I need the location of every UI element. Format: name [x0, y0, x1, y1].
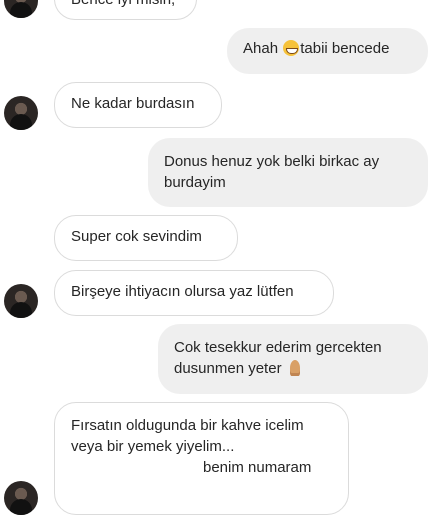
avatar[interactable]: [4, 481, 38, 515]
message-bubble-incoming[interactable]: Super cok sevindim: [54, 215, 238, 261]
message-bubble-incoming[interactable]: Ne kadar burdasın: [54, 82, 222, 128]
message-text: Cok tesekkur ederim gercekten: [174, 339, 382, 356]
message-text: Bence iyi misin,: [71, 0, 175, 8]
message-text: benim numaram: [203, 459, 312, 476]
grinning-face-icon: [283, 40, 300, 56]
message-bubble-outgoing[interactable]: Ahah tabii bencede: [227, 28, 428, 74]
message-bubble-incoming[interactable]: Bence iyi misin,: [54, 0, 197, 20]
avatar[interactable]: [4, 284, 38, 318]
message-bubble-outgoing[interactable]: Cok tesekkur ederim gercekten dusunmen y…: [158, 324, 428, 394]
message-text: dusunmen yeter: [174, 360, 282, 377]
message-text: Birşeye ihtiyacın olursa yaz lütfen: [71, 283, 294, 300]
message-text: veya bir yemek yiyelim...: [71, 438, 235, 455]
message-text: Ahah: [243, 40, 279, 57]
message-text: Ne kadar burdasın: [71, 95, 195, 112]
folded-hands-icon: [286, 360, 304, 376]
avatar[interactable]: [4, 0, 38, 18]
message-bubble-incoming[interactable]: Birşeye ihtiyacın olursa yaz lütfen: [54, 270, 334, 316]
message-text: Donus henuz yok belki birkac ay burdayim: [164, 153, 380, 191]
message-text: tabii bencede: [300, 40, 390, 57]
message-bubble-incoming[interactable]: Fırsatın oldugunda bir kahve icelim veya…: [54, 402, 349, 515]
message-text: Fırsatın oldugunda bir kahve icelim: [71, 417, 304, 434]
avatar[interactable]: [4, 96, 38, 130]
message-text: Super cok sevindim: [71, 228, 202, 245]
message-bubble-outgoing[interactable]: Donus henuz yok belki birkac ay burdayim: [148, 138, 428, 207]
